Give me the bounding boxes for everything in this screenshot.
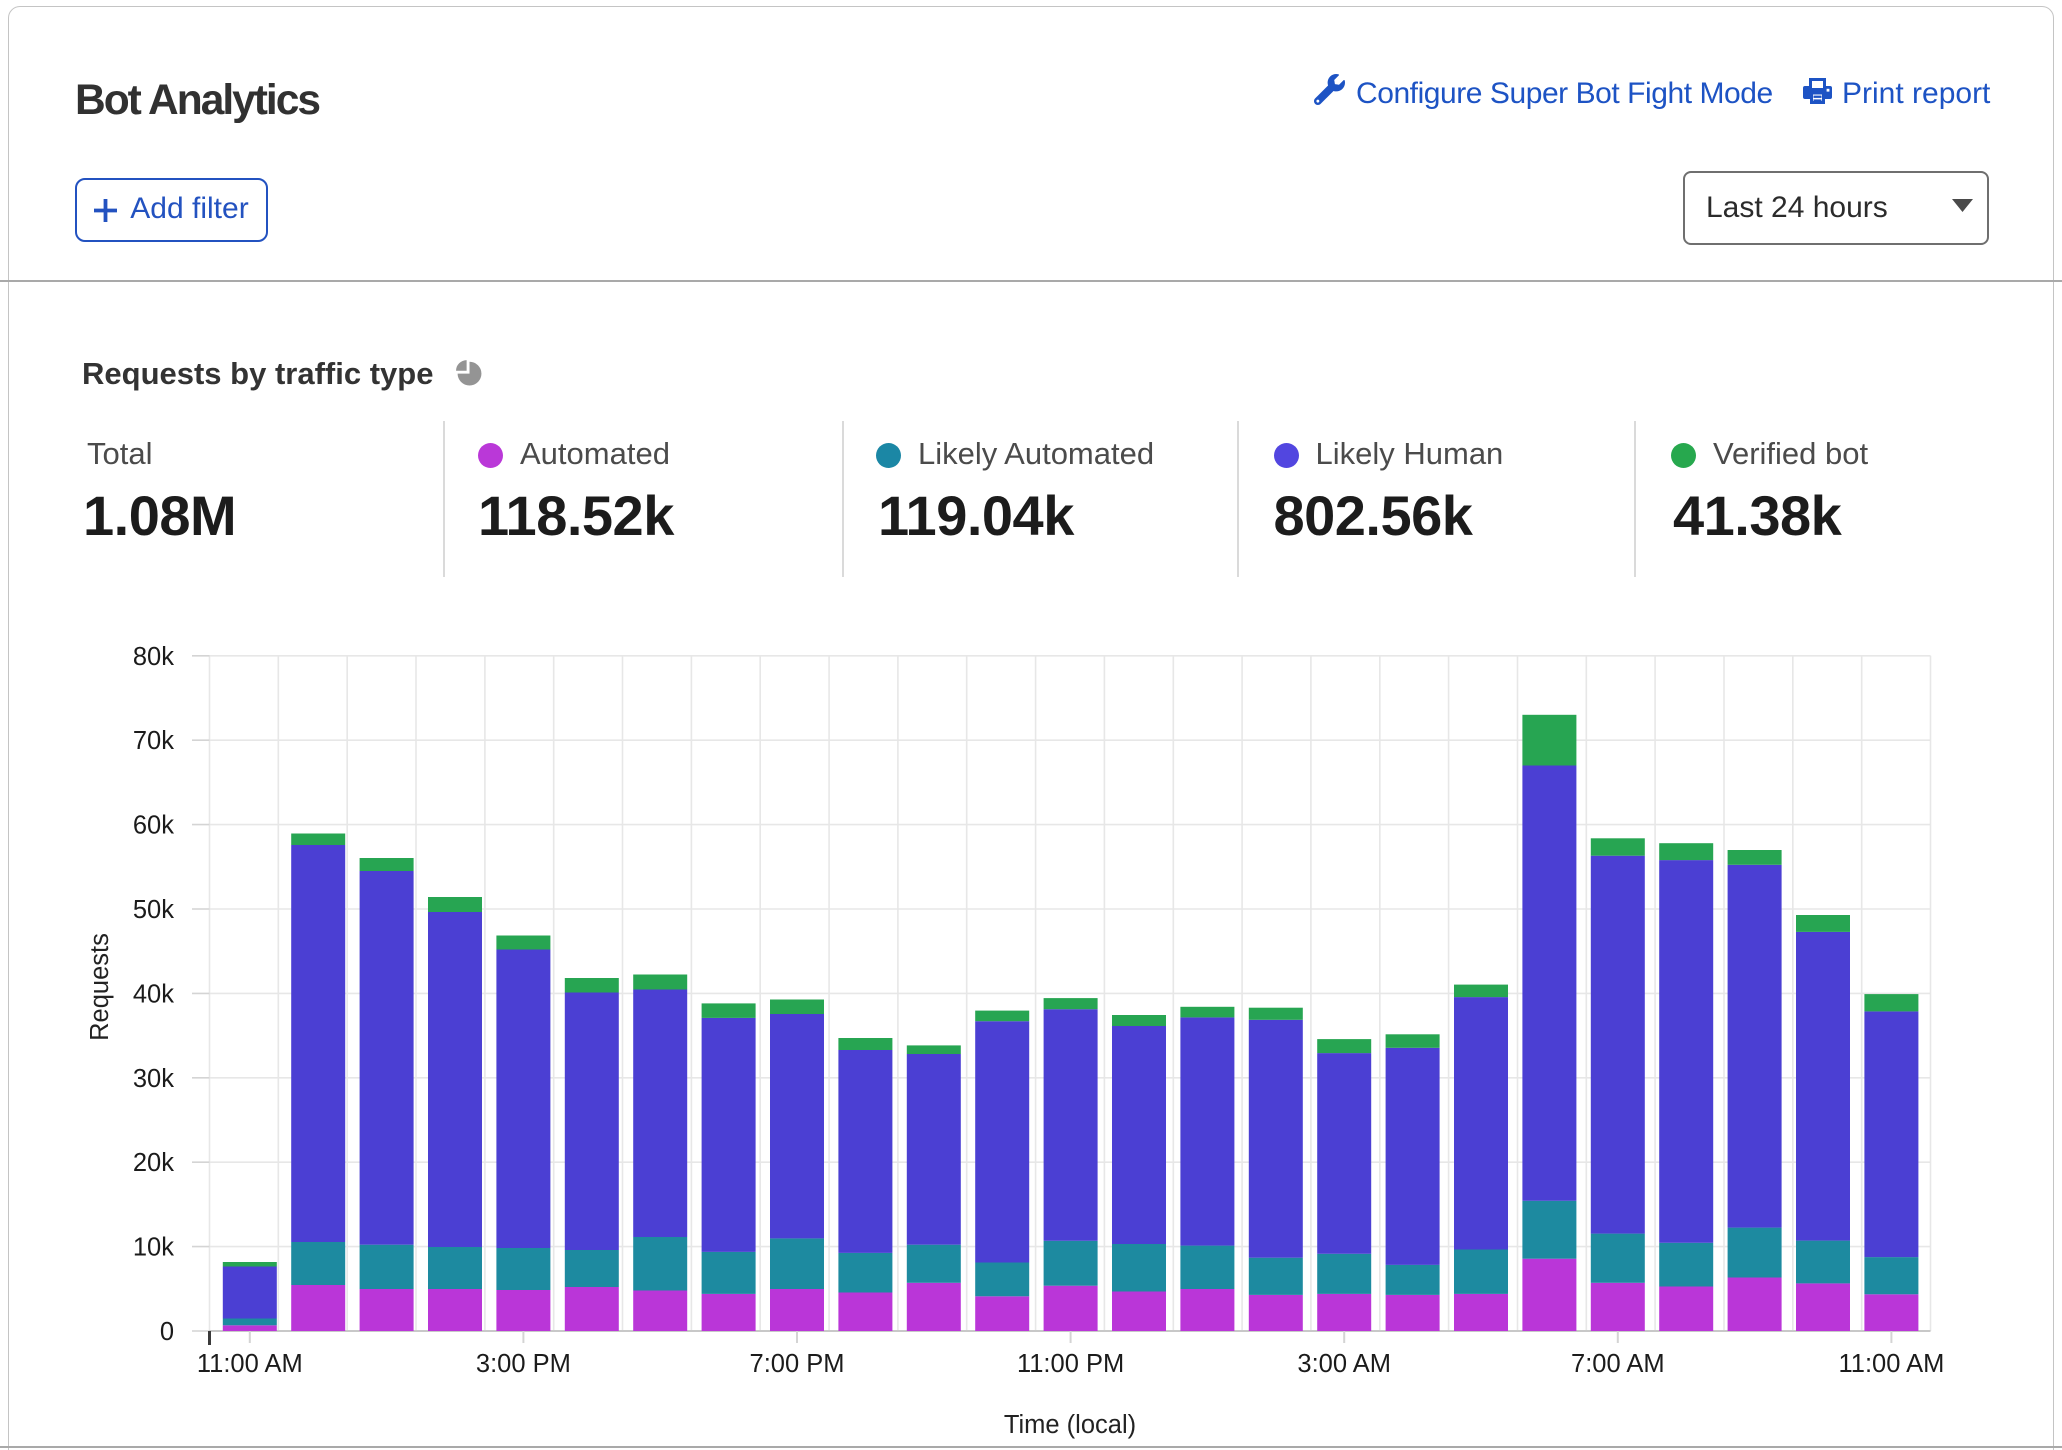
svg-text:20k: 20k <box>133 1149 174 1177</box>
svg-text:70k: 70k <box>133 727 174 755</box>
svg-text:Requests: Requests <box>86 933 114 1041</box>
svg-text:60k: 60k <box>133 812 174 840</box>
svg-text:11:00 AM: 11:00 AM <box>1838 1350 1944 1378</box>
svg-text:11:00 AM: 11:00 AM <box>197 1350 303 1378</box>
svg-text:80k: 80k <box>133 643 174 671</box>
svg-text:30k: 30k <box>133 1065 174 1093</box>
svg-text:Time (local): Time (local) <box>1004 1411 1136 1439</box>
svg-text:10k: 10k <box>133 1234 174 1262</box>
svg-text:50k: 50k <box>133 896 174 924</box>
svg-text:0: 0 <box>160 1318 174 1346</box>
svg-text:11:00 PM: 11:00 PM <box>1017 1350 1124 1378</box>
svg-text:3:00 AM: 3:00 AM <box>1297 1350 1391 1378</box>
svg-text:7:00 AM: 7:00 AM <box>1571 1350 1665 1378</box>
svg-text:40k: 40k <box>133 980 174 1008</box>
svg-text:7:00 PM: 7:00 PM <box>750 1350 845 1378</box>
svg-text:3:00 PM: 3:00 PM <box>476 1350 571 1378</box>
